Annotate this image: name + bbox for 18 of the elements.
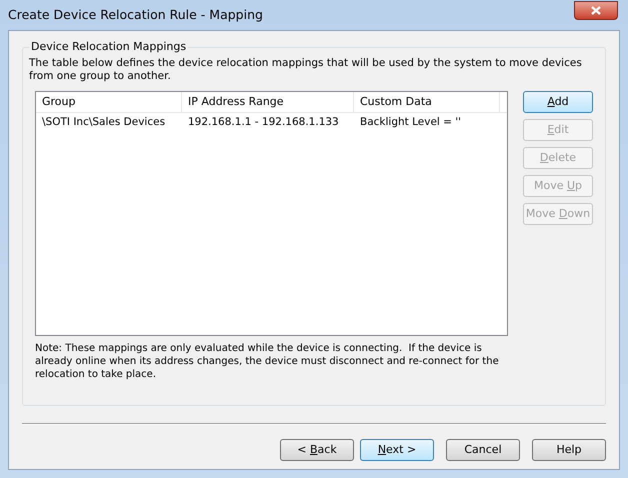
table-row[interactable]: \SOTI Inc\Sales Devices 192.168.1.1 - 192.168.1.133 Backlight Level = ''	[36, 113, 507, 133]
close-button[interactable]	[574, 1, 618, 20]
group-title: Device Relocation Mappings	[29, 40, 188, 54]
note-text: Note: These mappings are only evaluated while the device is connecting. If the device is already online when its address changes, the device must disconnect and re-connect for the relocation to take place.	[35, 342, 500, 381]
table-cell-text: Backlight Level = ''	[359, 115, 462, 130]
dialog-button[interactable]: < Back	[280, 439, 354, 461]
table-cell-text: 192.168.1.1 - 192.168.1.133	[187, 115, 340, 130]
column-header[interactable]: Group	[36, 92, 182, 112]
column-header[interactable]: Custom Data	[354, 92, 500, 112]
dialog-button[interactable]: Cancel	[446, 439, 520, 461]
dialog-button[interactable]: Add	[523, 91, 593, 113]
description-text: The table below defines the device relocation mappings that will be used by the system to move devices from one group to another.	[29, 57, 583, 83]
window-title: Create Device Relocation Rule - Mapping	[8, 6, 263, 24]
close-icon	[591, 6, 601, 15]
table-cell-text: \SOTI Inc\Sales Devices	[41, 115, 166, 130]
dialog-button[interactable]: Help	[532, 439, 606, 461]
dialog-button[interactable]: Next >	[360, 439, 434, 461]
column-header[interactable]: IP Address Range	[182, 92, 354, 112]
